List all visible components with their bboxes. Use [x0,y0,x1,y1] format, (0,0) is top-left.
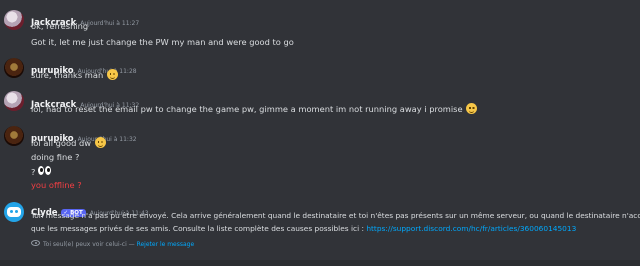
avatar[interactable] [4,91,24,111]
timestamp: Aujourd'hui à 11:27 [80,20,140,27]
message-text: Got it, let me just change the PW my man… [31,37,294,47]
message-text: ok, refreshing [31,21,89,31]
message-row: que les messages privés de ses amis. Con… [31,224,576,233]
failed-message-text: you offline ? [31,180,82,190]
dismiss-message-link[interactable]: Rejeter le message [137,241,195,248]
composer-edge [0,260,640,266]
support-link[interactable]: https://support.discord.com/hc/fr/articl… [366,224,576,233]
ephemeral-text: Toi seul(e) peux voir celui-ci — [43,241,135,248]
message-text: doing fine ? [31,152,80,162]
robot-icon [7,207,21,217]
clyde-avatar[interactable] [4,202,24,222]
message-text: ? [31,167,36,177]
message-text: que les messages privés de ses amis. Con… [31,224,367,233]
eyes-emoji-icon [38,166,52,176]
slightly-smiling-face-emoji-icon [466,103,478,114]
avatar[interactable] [4,58,24,78]
slightly-smiling-face-emoji-icon [106,69,118,80]
eye-icon [31,240,40,246]
message-text: Ton message n'a pas pu être envoyé. Cela… [31,211,640,220]
message-row: lol all good dw [31,137,106,148]
slightly-smiling-face-emoji-icon [94,137,106,148]
message-text: lol all good dw [31,138,92,148]
message-row: ? [31,166,52,177]
avatar[interactable] [4,10,24,30]
message-row: lol, had to reset the email pw to change… [31,103,478,114]
message-text: lol, had to reset the email pw to change… [31,104,463,114]
ephemeral-notice: Toi seul(e) peux voir celui-ci — Rejeter… [31,240,194,248]
message-text: sure, thanks man [31,70,104,80]
avatar[interactable] [4,126,24,146]
message-row: sure, thanks man [31,69,118,80]
